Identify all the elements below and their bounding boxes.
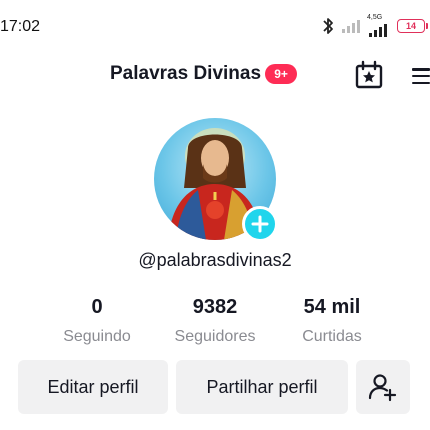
status-bar: 17:02 4,5G 14 [0, 0, 430, 50]
add-friend-button[interactable] [356, 360, 410, 414]
profile-stats: 0 Seguindo 9382 Seguidores 54 mil Curtid… [0, 296, 430, 356]
stat-likes[interactable]: 54 mil Curtidas [290, 296, 374, 346]
plus-icon [251, 215, 269, 233]
share-profile-button[interactable]: Partilhar perfil [176, 360, 348, 414]
account-switcher[interactable]: Palavras Divinas 9+ [110, 63, 298, 85]
stat-followers[interactable]: 9382 Seguidores [165, 296, 265, 346]
hamburger-menu-icon[interactable] [412, 64, 430, 88]
username-handle: @palabrasdivinas2 [138, 250, 292, 270]
stat-value: 0 [91, 296, 103, 318]
stat-value: 9382 [192, 296, 238, 318]
status-icons: 4,5G 14 [321, 14, 430, 38]
stat-label: Curtidas [302, 328, 362, 345]
stat-label: Seguidores [174, 328, 256, 345]
mobile-network-icon: 4,5G [365, 14, 393, 37]
status-time: 17:02 [0, 18, 41, 35]
profile-header: Palavras Divinas 9+ [0, 58, 430, 94]
stat-label: Seguindo [63, 328, 131, 345]
network-type-label: 4,5G [367, 14, 383, 21]
signal-weak-icon [342, 20, 360, 33]
stat-following[interactable]: 0 Seguindo [57, 296, 137, 346]
page-title: Palavras Divinas [110, 63, 262, 84]
stat-value: 54 mil [303, 296, 361, 318]
battery-icon: 14 [397, 19, 428, 33]
calendar-star-icon[interactable] [354, 60, 384, 90]
add-story-button[interactable] [242, 206, 278, 242]
profile-actions: Editar perfil Partilhar perfil [0, 360, 430, 414]
add-user-icon [368, 374, 397, 402]
battery-level: 14 [405, 20, 416, 31]
bluetooth-icon [323, 18, 333, 34]
notification-badge: 9+ [265, 64, 298, 84]
edit-profile-button[interactable]: Editar perfil [18, 360, 168, 414]
